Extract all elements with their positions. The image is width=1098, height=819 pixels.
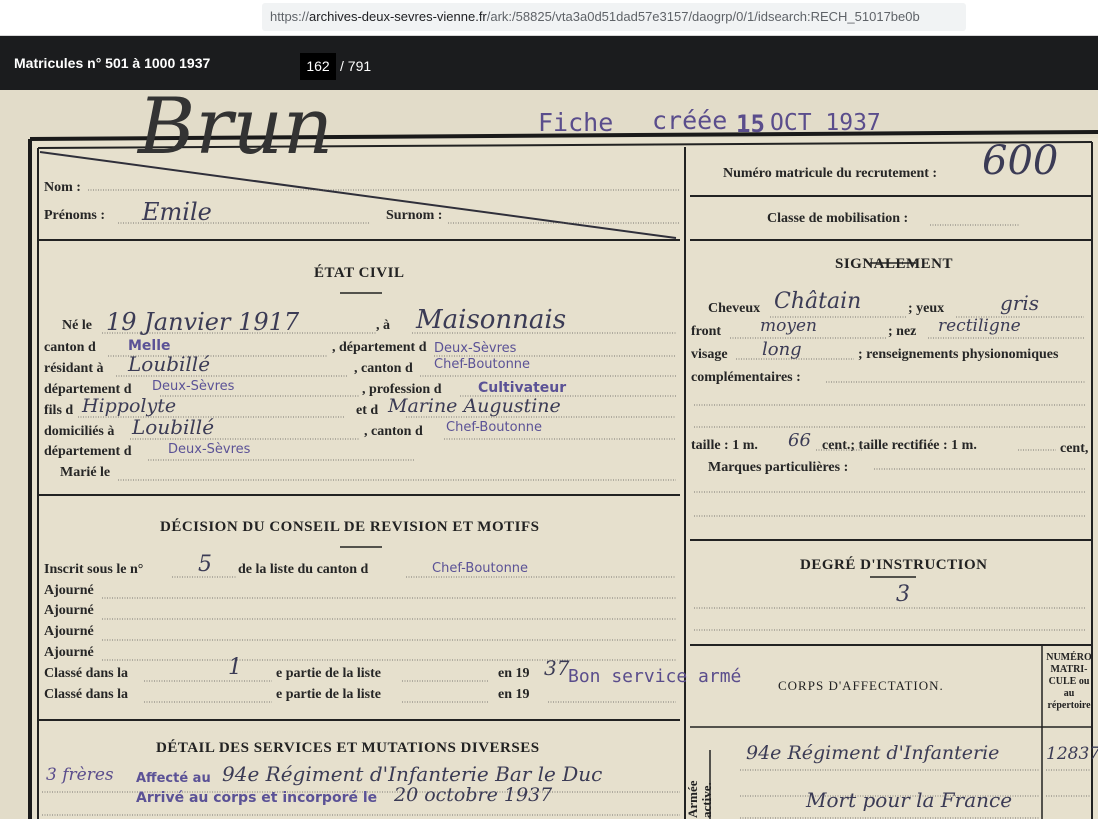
front-label: front (691, 324, 722, 339)
document-viewer[interactable]: Fiche créée 15 OCT 1937 Brun Nom : Préno… (0, 90, 1098, 819)
inscrit-value: 5 (198, 552, 212, 577)
et-de-label: et d (356, 403, 379, 418)
url-host: archives-deux-sevres-vienne.fr (309, 9, 487, 24)
pere-value: Hippolyte (82, 395, 177, 417)
url-scheme: https:// (270, 9, 310, 24)
canton2-label: , canton d (354, 361, 413, 376)
mort-value: Mort pour la France (806, 788, 1013, 812)
ajourne-label-3: Ajourné (44, 624, 94, 639)
a-label: , à (376, 318, 390, 333)
classe-mobilisation-label: Classe de mobilisation : (767, 211, 909, 226)
degre-header: DEGRÉ D'INSTRUCTION (800, 557, 988, 573)
classe-dans-label-2: Classé dans la (44, 687, 129, 702)
affecte-value: 94e Régiment d'Infanterie Bar le Duc (222, 762, 603, 786)
fils-label: fils d (44, 403, 74, 418)
ne-le-label: Né le (62, 318, 92, 333)
residant-value: Loubillé (128, 352, 211, 376)
ne-le-value: 19 Janvier 1917 (106, 308, 300, 336)
nom-label: Nom : (44, 180, 81, 195)
domicilies-label: domiciliés à (44, 424, 115, 439)
bon-service-stamp: Bon service armé (568, 666, 742, 687)
visage-value: long (762, 339, 802, 360)
page-number-input[interactable]: 162 (300, 53, 336, 80)
affecte-stamp: Affecté au (136, 771, 211, 786)
armee-active-label: Armée active. (685, 780, 714, 818)
document-title: Matricules n° 501 à 1000 1937 (14, 55, 211, 71)
url-path: /ark:/58825/vta3a0d51dad57e3157/daogrp/0… (486, 9, 920, 24)
en19-label-1: en 19 (498, 666, 530, 681)
nez-label: ; nez (888, 324, 917, 339)
numero-header: NUMÉRO MATRI- CULE ou au répertoire (1046, 652, 1092, 711)
detail-header: DÉTAIL DES SERVICES ET MUTATIONS DIVERSE… (156, 740, 540, 756)
classe-partie-value: 1 (228, 655, 242, 680)
browser-address-bar: https://archives-deux-sevres-vienne.fr/a… (0, 0, 1098, 36)
lieu-naissance: Maisonnais (416, 305, 567, 335)
de-la-liste-label: de la liste du canton d (238, 562, 369, 577)
signalement-header: SIGNALEMENT (835, 256, 954, 272)
stamp-date: OCT 1937 (770, 110, 881, 136)
ajourne-label-4: Ajourné (44, 645, 94, 660)
partie-label-2: e partie de la liste (276, 687, 381, 702)
prenoms-label: Prénoms : (44, 208, 106, 223)
departement3-value: Deux-Sèvres (168, 442, 251, 457)
residant-label: résidant à (44, 361, 104, 376)
domicilies-value: Loubillé (132, 415, 215, 439)
taille-cent-label: cent.; taille rectifiée : 1 m. (822, 438, 977, 453)
en19-label-2: en 19 (498, 687, 530, 702)
cheveux-value: Châtain (774, 289, 862, 314)
taille-label: taille : 1 m. (691, 438, 758, 453)
page-total: / 791 (340, 58, 372, 74)
decision-header: DÉCISION DU CONSEIL DE REVISION ET MOTIF… (160, 519, 540, 535)
front-value: moyen (760, 316, 817, 336)
arrive-stamp: Arrivé au corps et incorporé le (136, 790, 378, 806)
stamp-date-day: 15 (736, 110, 765, 138)
url-input[interactable]: https://archives-deux-sevres-vienne.fr/a… (262, 3, 966, 31)
canton3-label: , canton d (364, 424, 423, 439)
numero-value: 12837 (1046, 744, 1098, 764)
arrive-value: 20 octobre 1937 (394, 784, 553, 806)
canton2-value: Chef-Boutonne (434, 357, 531, 372)
yeux-label: ; yeux (908, 301, 945, 316)
profession-value: Cultivateur (478, 380, 567, 396)
yeux-value: gris (1000, 291, 1040, 315)
stamp-fiche: Fiche (538, 108, 614, 137)
de-la-liste-value: Chef-Boutonne (432, 561, 529, 576)
departement-label: , département d (332, 340, 427, 355)
marques-label: Marques particulières : (708, 460, 849, 475)
corps-value: 94e Régiment d'Infanterie (746, 742, 1000, 764)
nom-value: Brun (138, 90, 334, 172)
marie-label: Marié le (60, 465, 111, 480)
prenoms-value: Emile (142, 198, 212, 226)
canton-label: canton d (44, 340, 96, 355)
stamp-creee: créée (652, 106, 728, 135)
departement-value: Deux-Sèvres (434, 341, 517, 356)
partie-label-1: e partie de la liste (276, 666, 381, 681)
renseignements-label: ; renseignements physionomiques (858, 347, 1059, 362)
ajourne-label-2: Ajourné (44, 603, 94, 618)
cheveux-label: Cheveux (708, 301, 761, 316)
surnom-label: Surnom : (386, 208, 443, 223)
ajourne-label-1: Ajourné (44, 583, 94, 598)
matricule-value: 600 (982, 138, 1059, 184)
complementaires-label: complémentaires : (691, 370, 801, 385)
visage-label: visage (691, 347, 728, 362)
nez-value: rectiligne (938, 316, 1021, 336)
departement2-value: Deux-Sèvres (152, 379, 235, 394)
degre-value: 3 (896, 582, 910, 607)
viewer-header: Matricules n° 501 à 1000 1937 (0, 36, 1098, 90)
inscrit-label: Inscrit sous le n° (44, 562, 144, 577)
etat-civil-header: ÉTAT CIVIL (314, 265, 405, 281)
mere-value: Marine Augustine (388, 395, 561, 417)
taille-value: 66 (788, 430, 811, 451)
taille-cent2-label: cent, (1060, 441, 1089, 456)
en19-value: 37 (544, 656, 570, 680)
canton3-value: Chef-Boutonne (446, 420, 543, 435)
matricule-label: Numéro matricule du recrutement : (723, 166, 938, 181)
classe-dans-label-1: Classé dans la (44, 666, 129, 681)
corps-header: CORPS D'AFFECTATION. (778, 678, 944, 693)
departement3-label: département d (44, 444, 132, 459)
freres-value: 3 frères (46, 765, 114, 785)
